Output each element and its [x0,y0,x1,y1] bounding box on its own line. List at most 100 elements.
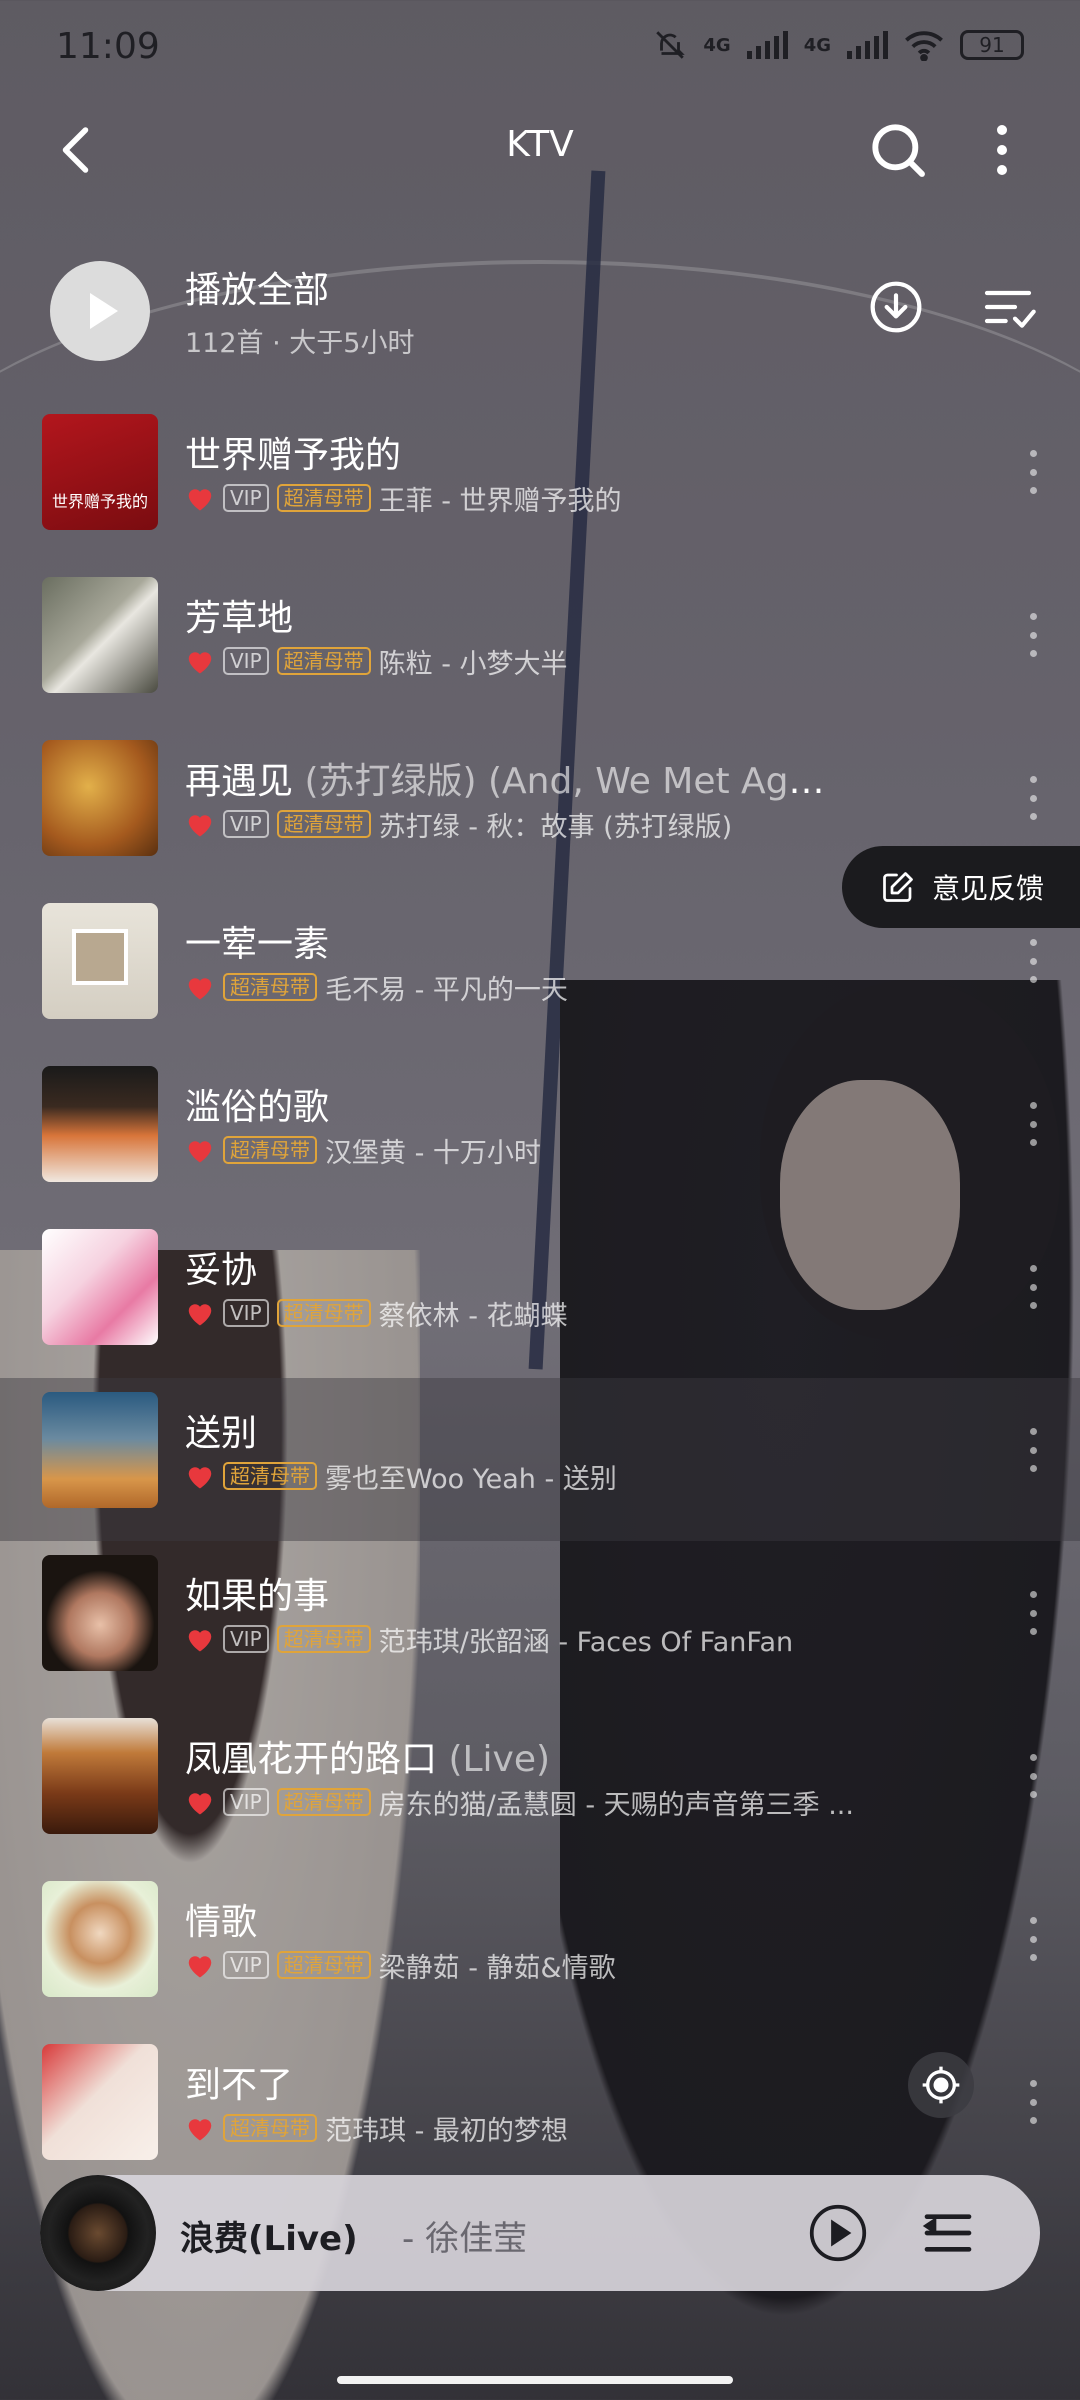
vertical-dots-icon [997,125,1007,175]
status-bar: 11:09 4G 4G 91 [0,0,1080,100]
song-title: 情歌 [185,1902,258,1943]
song-item[interactable]: 情歌 VIP 超清母带 梁静茹 - 静茹&情歌 [0,1867,1080,2030]
vip-badge: VIP [223,1625,269,1653]
song-meta: VIP 超清母带 王菲 - 世界赠予我的 [185,480,622,517]
network-type-2: 4G [803,34,831,56]
hq-badge: 超清母带 [223,1136,317,1164]
song-more-button[interactable] [1026,613,1040,657]
song-item[interactable]: 芳草地 VIP 超清母带 陈粒 - 小梦大半 [0,563,1080,726]
hq-badge: 超清母带 [276,1951,371,1979]
song-more-button[interactable] [1026,939,1040,983]
locate-current-button[interactable] [908,2052,974,2118]
vip-badge: VIP [223,647,269,675]
song-title: 一荤一素 [185,924,330,965]
liked-heart-icon[interactable] [185,1462,215,1490]
song-meta: 超清母带 毛不易 - 平凡的一天 [185,969,568,1006]
song-item[interactable]: 妥协 VIP 超清母带 蔡依林 - 花蝴蝶 [0,1215,1080,1378]
more-options-button[interactable] [972,118,1032,182]
album-cover [42,1392,158,1508]
album-cover [42,1229,158,1345]
song-artist: 房东的猫/孟慧圆 - 天赐的声音第三季 ... [378,1789,854,1821]
song-meta: VIP 超清母带 梁静茹 - 静茹&情歌 [185,1947,616,1984]
song-title: 如果的事 [185,1576,330,1617]
hq-badge: 超清母带 [276,647,371,675]
album-cover: 世界赠予我的 [42,414,158,530]
liked-heart-icon[interactable] [185,1299,215,1327]
song-more-button[interactable] [1026,1102,1040,1146]
now-playing-disc[interactable] [40,2175,156,2291]
song-item[interactable]: 滥俗的歌 超清母带 汉堡黄 - 十万小时 [0,1052,1080,1215]
liked-heart-icon[interactable] [185,810,215,838]
home-indicator[interactable] [337,2376,733,2384]
play-all-button[interactable] [50,261,150,361]
song-more-button[interactable] [1026,2080,1040,2124]
list-check-icon [984,290,1036,328]
wifi-icon [905,31,943,61]
mini-player[interactable]: 浪费(Live) - 徐佳莹 [40,2175,1040,2291]
song-more-button[interactable] [1026,1265,1040,1309]
signal-icon [746,31,788,59]
song-meta: VIP 超清母带 蔡依林 - 花蝴蝶 [185,1295,568,1332]
song-title: 芳草地 [185,598,294,639]
search-icon [872,124,925,177]
liked-heart-icon[interactable] [185,1625,215,1653]
song-item[interactable]: 如果的事 VIP 超清母带 范玮琪/张韶涵 - Faces Of FanFan [0,1541,1080,1704]
song-item[interactable]: 送别 超清母带 雾也至Woo Yeah - 送别 [0,1378,1080,1541]
liked-heart-icon[interactable] [185,1788,215,1816]
album-cover [42,1066,158,1182]
multi-select-button[interactable] [980,279,1036,335]
hq-badge: 超清母带 [223,2114,317,2142]
song-meta: 超清母带 范玮琪 - 最初的梦想 [185,2110,568,2147]
song-artist: 毛不易 - 平凡的一天 [325,974,568,1006]
song-more-button[interactable] [1026,1428,1040,1472]
song-title: 妥协 [185,1250,258,1291]
feedback-button[interactable]: 意见反馈 [842,846,1080,928]
header: KTV [0,110,1080,190]
song-item[interactable]: 凤凰花开的路口 (Live) VIP 超清母带 房东的猫/孟慧圆 - 天赐的声音… [0,1704,1080,1867]
mute-bell-icon [656,31,686,59]
song-list: 世界赠予我的 世界赠予我的 VIP 超清母带 王菲 - 世界赠予我的 芳草地 V… [0,400,1080,2193]
liked-heart-icon[interactable] [185,2114,215,2142]
play-icon [90,293,118,329]
hq-badge: 超清母带 [276,484,371,512]
liked-heart-icon[interactable] [185,647,215,675]
mini-play-button[interactable] [808,2203,868,2263]
song-meta: VIP 超清母带 房东的猫/孟慧圆 - 天赐的声音第三季 ... [185,1784,854,1821]
download-button[interactable] [868,279,924,335]
download-icon [870,281,922,333]
liked-heart-icon[interactable] [185,1136,215,1164]
play-all-row[interactable]: 播放全部 112首 · 大于5小时 [0,255,1080,365]
song-meta: VIP 超清母带 范玮琪/张韶涵 - Faces Of FanFan [185,1621,794,1658]
song-meta: VIP 超清母带 陈粒 - 小梦大半 [185,643,568,680]
vip-badge: VIP [223,1299,269,1327]
now-playing-artist: - 徐佳莹 [402,2219,528,2259]
liked-heart-icon[interactable] [185,1951,215,1979]
album-cover [42,2044,158,2160]
song-more-button[interactable] [1026,776,1040,820]
vip-badge: VIP [223,810,269,838]
song-item[interactable]: 世界赠予我的 世界赠予我的 VIP 超清母带 王菲 - 世界赠予我的 [0,400,1080,563]
hq-badge: 超清母带 [223,973,317,1001]
song-artist: 梁静茹 - 静茹&情歌 [378,1952,616,1984]
song-artist: 范玮琪/张韶涵 - Faces Of FanFan [378,1626,794,1658]
playlist-button[interactable] [920,2205,976,2261]
song-meta: 超清母带 雾也至Woo Yeah - 送别 [185,1458,617,1495]
song-title: 世界赠予我的 [185,435,402,476]
song-title: 到不了 [185,2065,294,2106]
album-cover [42,1555,158,1671]
song-more-button[interactable] [1026,1917,1040,1961]
song-artist: 雾也至Woo Yeah - 送别 [325,1463,617,1495]
song-title: 再遇见 (苏打绿版) (And, We Met Aga... [185,761,825,802]
liked-heart-icon[interactable] [185,484,215,512]
signal-icon-2 [847,31,888,59]
album-cover [42,577,158,693]
song-more-button[interactable] [1026,450,1040,494]
song-more-button[interactable] [1026,1754,1040,1798]
search-button[interactable] [866,118,930,182]
song-item[interactable]: 到不了 超清母带 范玮琪 - 最初的梦想 [0,2030,1080,2193]
album-cover [42,1718,158,1834]
hq-badge: 超清母带 [276,1625,371,1653]
song-more-button[interactable] [1026,1591,1040,1635]
playlist-icon [922,2214,972,2252]
liked-heart-icon[interactable] [185,973,215,1001]
